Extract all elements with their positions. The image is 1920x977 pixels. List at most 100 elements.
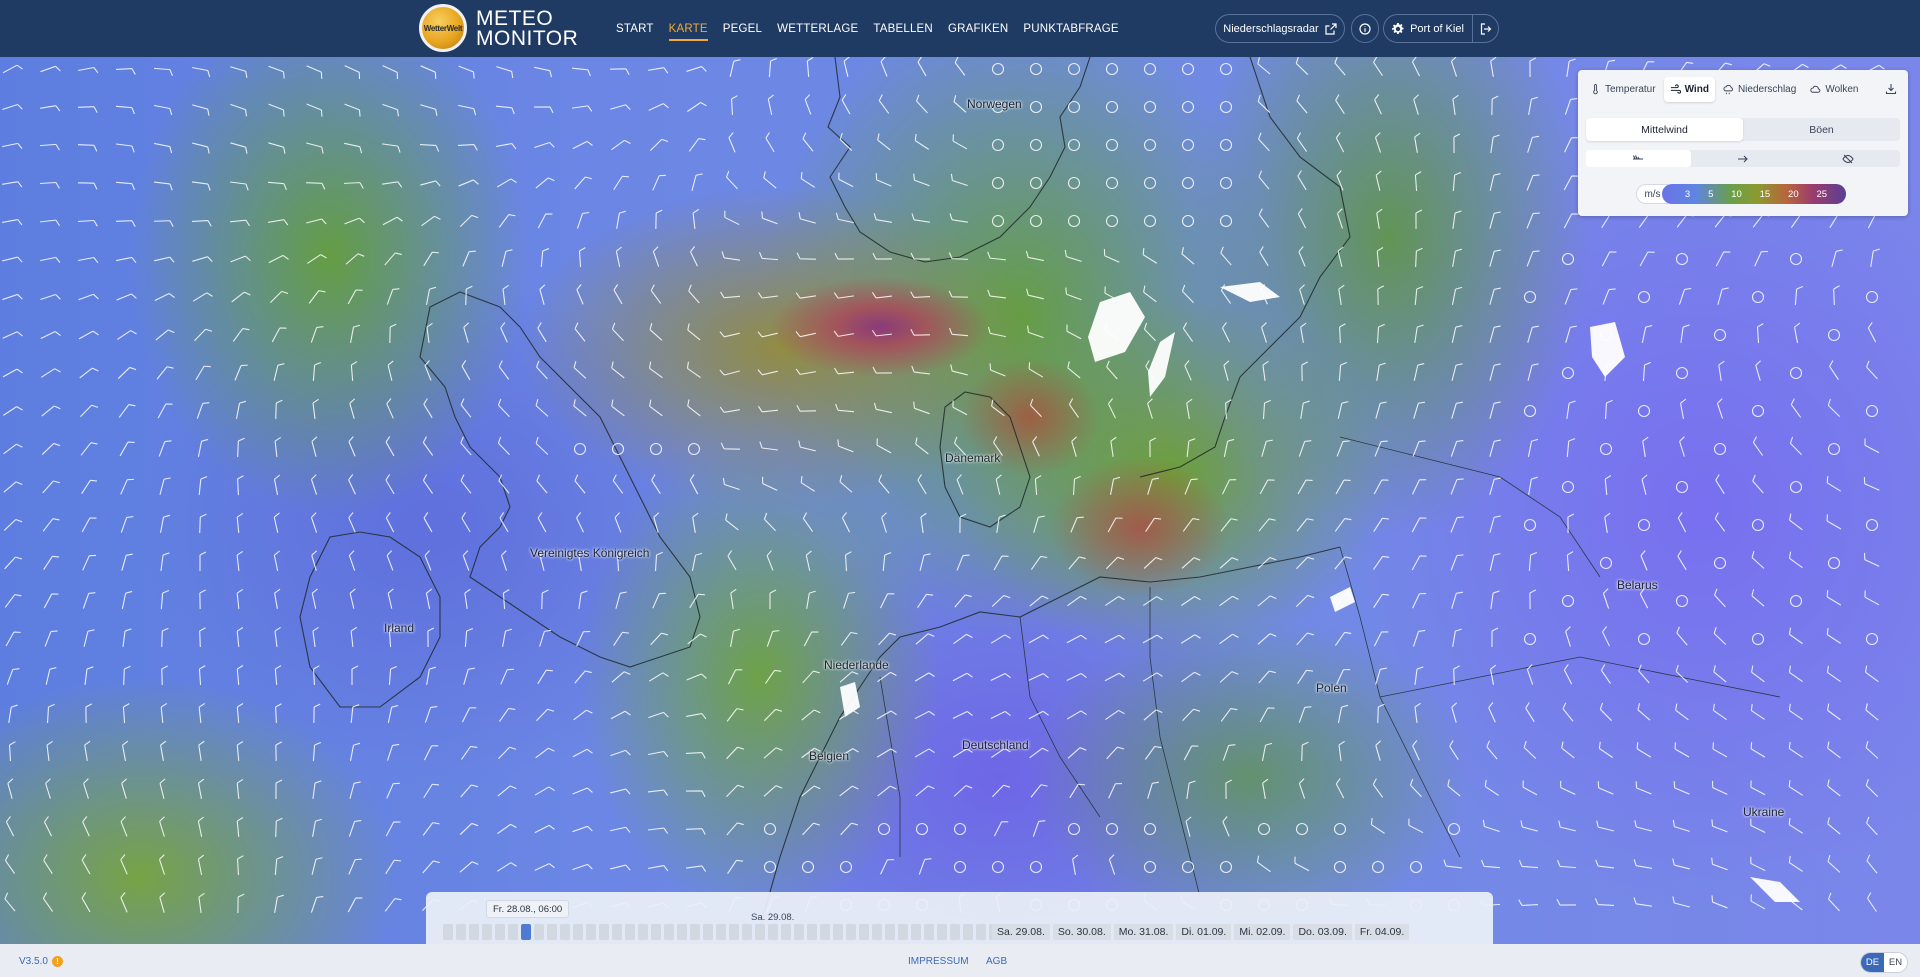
nav-wetterlage[interactable]: WETTERLAGE	[777, 17, 858, 41]
hour-slot[interactable]	[924, 924, 934, 940]
wind-barb	[463, 322, 470, 343]
nav-start[interactable]: START	[616, 17, 654, 41]
hour-slot[interactable]	[573, 924, 583, 940]
hour-slot[interactable]	[872, 924, 882, 940]
day-button[interactable]: Mi. 02.09.	[1234, 924, 1291, 940]
hour-slot[interactable]	[742, 924, 752, 940]
display-hidden[interactable]	[1795, 150, 1900, 167]
wind-barb	[685, 751, 706, 759]
hour-slot[interactable]	[651, 924, 661, 940]
tab-clouds[interactable]: Wolken	[1804, 77, 1864, 102]
nav-tabellen[interactable]: TABELLEN	[873, 17, 933, 41]
tab-temperature[interactable]: Temperatur	[1584, 77, 1662, 102]
hour-slot[interactable]	[833, 924, 843, 940]
wind-barb	[763, 171, 777, 189]
hour-slot[interactable]	[768, 924, 778, 940]
impressum-link[interactable]: IMPRESSUM	[908, 956, 969, 967]
logout-button[interactable]	[1472, 14, 1499, 43]
lang-de[interactable]: DE	[1861, 953, 1884, 972]
hour-slot[interactable]	[443, 924, 453, 940]
nav-karte[interactable]: KARTE	[668, 17, 708, 41]
hour-slot[interactable]	[755, 924, 765, 940]
version-info[interactable]: V3.5.0 !	[19, 956, 63, 967]
hour-slot[interactable]	[664, 924, 674, 940]
wind-barb	[115, 181, 135, 191]
wind-barb	[1334, 631, 1352, 646]
hour-slot[interactable]	[638, 924, 648, 940]
hour-slot[interactable]	[950, 924, 960, 940]
wind-barb	[801, 785, 821, 797]
nav-punktabfrage[interactable]: PUNKTABFRAGE	[1023, 17, 1118, 41]
wind-barb	[274, 856, 284, 876]
wind-barb	[1635, 781, 1652, 795]
hour-slot[interactable]	[677, 924, 687, 940]
hour-slot[interactable]	[820, 924, 830, 940]
wind-barb	[1258, 170, 1270, 190]
hour-slot[interactable]	[807, 924, 817, 940]
display-barbs[interactable]	[1586, 150, 1691, 167]
location-settings-button[interactable]: Port of Kiel	[1383, 14, 1473, 43]
agb-link[interactable]: AGB	[986, 956, 1007, 967]
wind-barb	[1025, 250, 1044, 262]
brand-title[interactable]: METEO MONITOR	[476, 8, 578, 49]
hour-slot[interactable]	[690, 924, 700, 940]
wind-barb	[987, 289, 1007, 299]
precipitation-radar-button[interactable]: Niederschlagsradar	[1215, 14, 1345, 43]
display-arrows[interactable]	[1691, 150, 1796, 167]
hour-slot[interactable]	[612, 924, 622, 940]
wind-barb	[310, 474, 318, 495]
wind-barb	[1561, 741, 1575, 759]
hour-slot[interactable]	[586, 924, 596, 940]
calm-marker	[1561, 252, 1575, 266]
day-button[interactable]: Di. 01.09.	[1176, 924, 1232, 940]
wetterwelt-logo[interactable]: WetterWelt	[419, 4, 467, 52]
hour-slot[interactable]	[963, 924, 973, 940]
hour-slot[interactable]	[911, 924, 921, 940]
hour-slot[interactable]	[469, 924, 479, 940]
hour-slot[interactable]	[508, 924, 518, 940]
info-button[interactable]	[1351, 14, 1379, 43]
hour-slot[interactable]	[794, 924, 804, 940]
hour-slot[interactable]	[729, 924, 739, 940]
hour-slot[interactable]	[495, 924, 505, 940]
day-button[interactable]: Do. 03.09.	[1293, 924, 1352, 940]
hour-slot[interactable]	[560, 924, 570, 940]
hour-slot[interactable]	[781, 924, 791, 940]
wind-barb	[307, 254, 327, 264]
hour-slot[interactable]	[885, 924, 895, 940]
hour-slot[interactable]	[898, 924, 908, 940]
hour-slot[interactable]	[716, 924, 726, 940]
wind-barb	[917, 474, 927, 495]
hour-slot[interactable]	[534, 924, 544, 940]
day-button[interactable]: So. 30.08.	[1052, 924, 1111, 940]
wind-barb	[1638, 664, 1650, 684]
hour-slot[interactable]	[521, 924, 531, 940]
hour-slot[interactable]	[599, 924, 609, 940]
hour-slot[interactable]	[937, 924, 947, 940]
wind-barb	[122, 628, 132, 648]
mode-mean-wind[interactable]: Mittelwind	[1586, 118, 1743, 141]
lang-en[interactable]: EN	[1884, 953, 1907, 972]
wind-barb	[197, 778, 205, 799]
hour-slot[interactable]	[547, 924, 557, 940]
nav-grafiken[interactable]: GRAFIKEN	[948, 17, 1008, 41]
hour-slot[interactable]	[859, 924, 869, 940]
day-button[interactable]: Mo. 31.08.	[1113, 924, 1174, 940]
download-button[interactable]	[1880, 78, 1902, 100]
mode-gusts[interactable]: Böen	[1743, 118, 1900, 141]
calm-marker	[573, 442, 587, 456]
day-button[interactable]: Sa. 29.08.	[992, 924, 1050, 940]
hour-slot[interactable]	[703, 924, 713, 940]
nav-pegel[interactable]: PEGEL	[723, 17, 762, 41]
tab-precipitation[interactable]: Niederschlag	[1717, 77, 1802, 102]
hour-slot[interactable]	[976, 924, 986, 940]
hour-slot[interactable]	[625, 924, 635, 940]
day-button[interactable]: Fr. 04.09.	[1354, 924, 1410, 940]
wind-barb	[496, 143, 517, 150]
hour-slot[interactable]	[846, 924, 856, 940]
hour-slot[interactable]	[456, 924, 466, 940]
tab-wind[interactable]: Wind	[1663, 77, 1715, 102]
hour-slot[interactable]	[482, 924, 492, 940]
wind-barb	[118, 404, 136, 418]
wind-barb	[122, 740, 129, 761]
